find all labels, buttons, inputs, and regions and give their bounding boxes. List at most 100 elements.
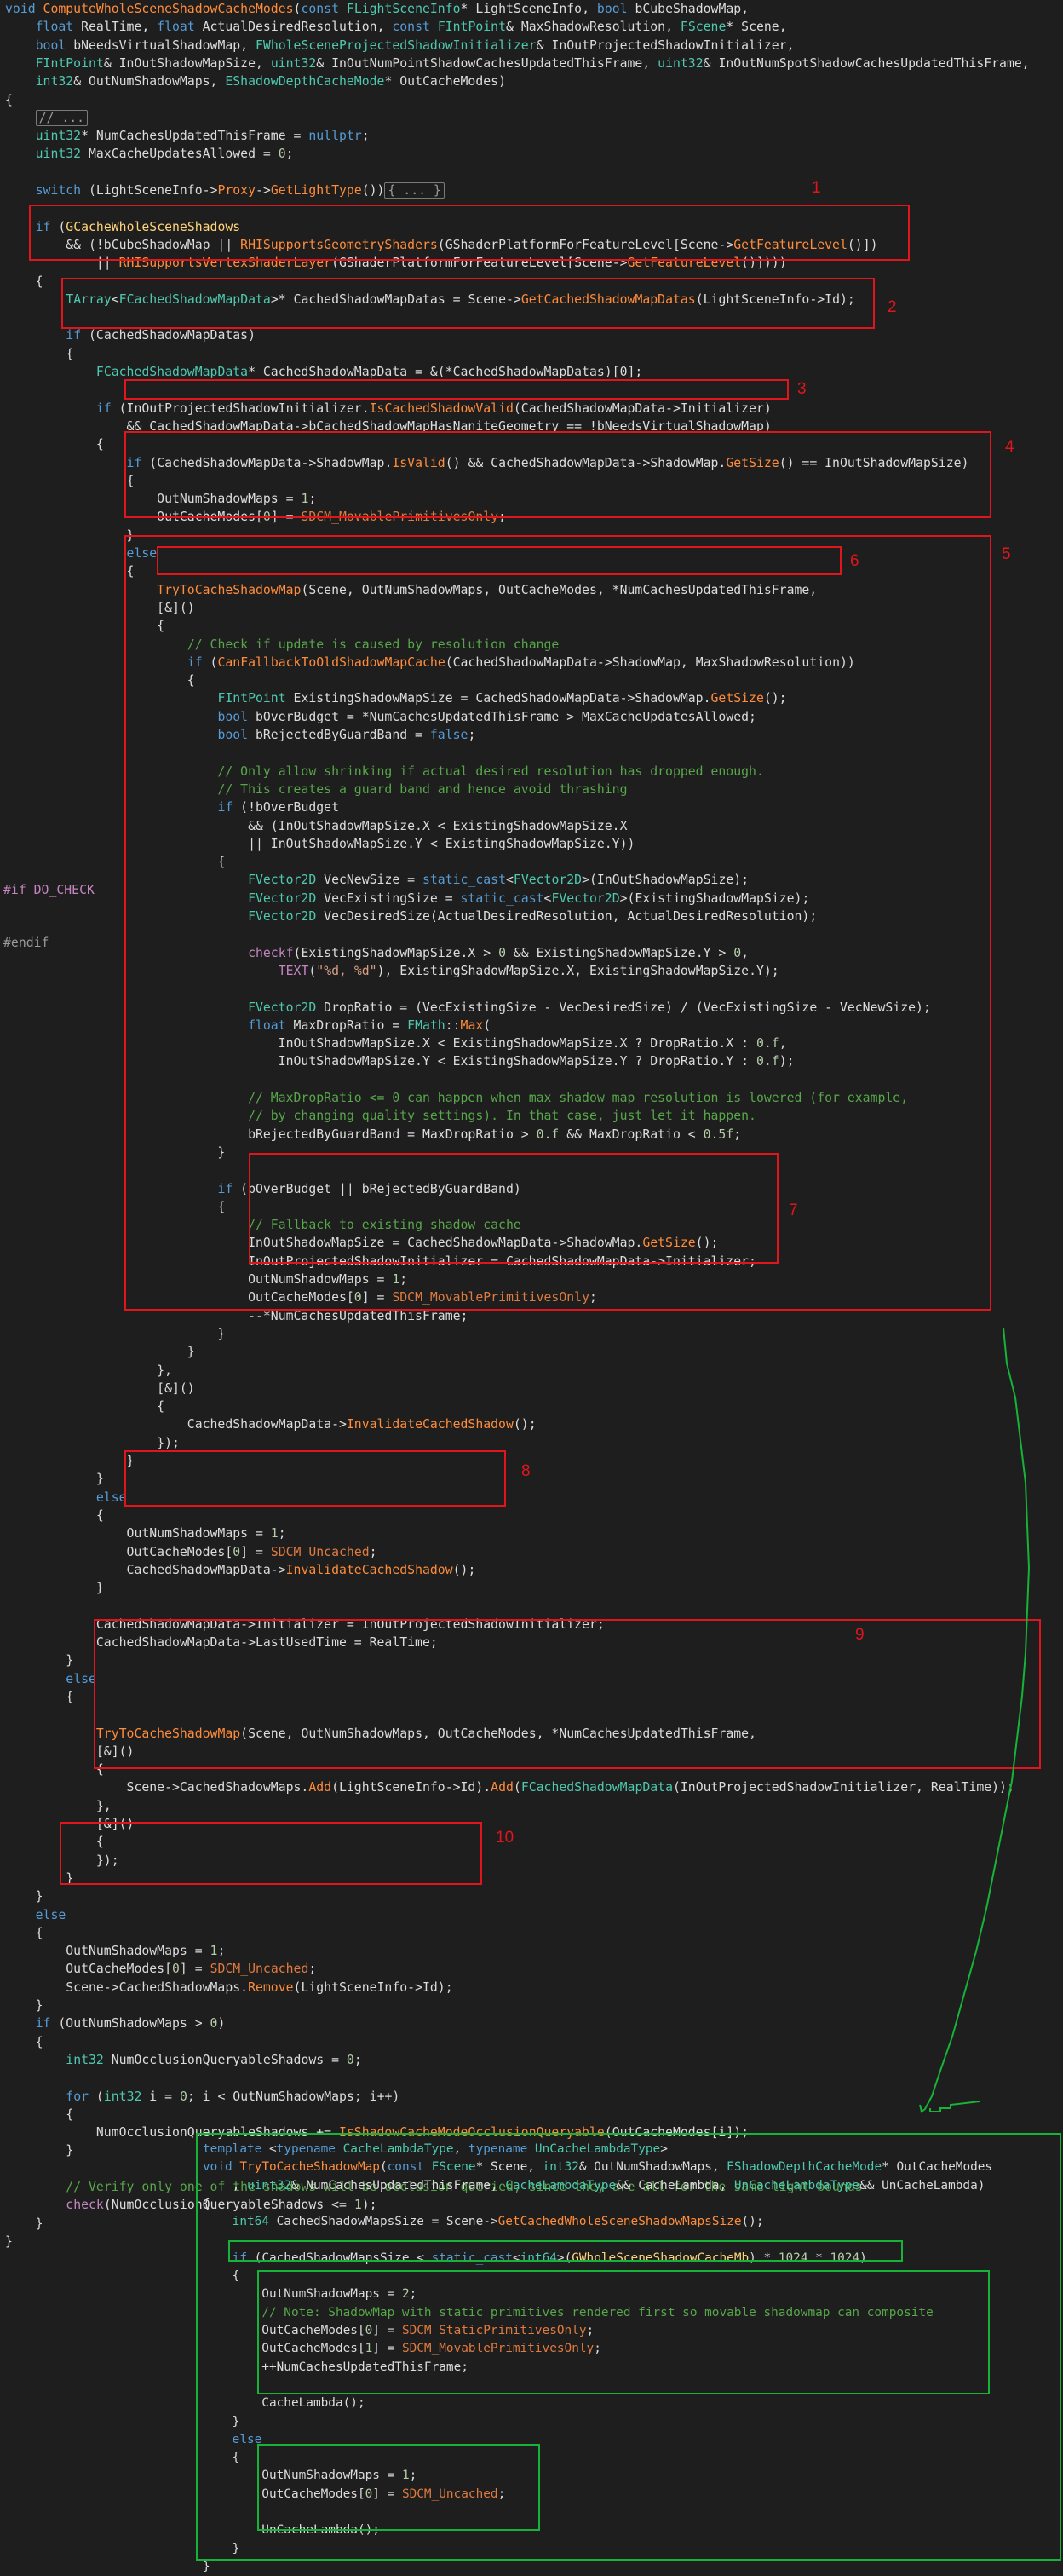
- annotation-box-6: [157, 546, 842, 575]
- code-line[interactable]: }: [5, 1651, 73, 1669]
- annotation-box-8: [124, 1450, 506, 1507]
- code-line[interactable]: }: [5, 1343, 195, 1361]
- code-line[interactable]: Scene->CachedShadowMaps.Remove(LightScen…: [5, 1979, 452, 1997]
- collapsed-region-button[interactable]: // ...: [35, 109, 89, 126]
- annotation-box-3: [124, 379, 789, 400]
- code-line[interactable]: else: [5, 1906, 66, 1924]
- code-token: (LightSceneInfo->Id).: [331, 1780, 491, 1795]
- code-line[interactable]: else: [5, 1670, 96, 1688]
- code-token: ->: [256, 183, 271, 198]
- code-line[interactable]: }: [5, 2233, 13, 2250]
- code-line[interactable]: OutNumShadowMaps = 1;: [5, 1942, 225, 1960]
- code-token: SDCM_Uncached: [270, 1544, 370, 1559]
- code-line[interactable]: },: [5, 1362, 172, 1380]
- code-token: ();: [513, 1417, 537, 1432]
- code-line[interactable]: }: [5, 1579, 104, 1597]
- code-line[interactable]: {: [5, 273, 43, 291]
- code-token: Add: [308, 1780, 332, 1795]
- code-line[interactable]: uint32 MaxCacheUpdatesAllowed = 0;: [5, 145, 294, 163]
- code-line[interactable]: {: [5, 91, 13, 109]
- code-line[interactable]: }: [5, 2141, 73, 2159]
- code-token: {: [5, 346, 74, 361]
- code-token: ;: [278, 1526, 286, 1542]
- code-line[interactable]: },: [5, 1797, 112, 1815]
- code-token: ();: [452, 1562, 476, 1577]
- cache-branch-box: [257, 2270, 990, 2394]
- code-line[interactable]: {: [5, 435, 104, 453]
- code-line[interactable]: FIntPoint& InOutShadowMapSize, uint32& I…: [5, 55, 1030, 72]
- code-token: bNeedsVirtualShadowMap,: [73, 37, 256, 53]
- code-line[interactable]: bool bNeedsVirtualShadowMap, FWholeScene…: [5, 37, 795, 55]
- code-line[interactable]: OutCacheModes[0] = SDCM_Uncached;: [5, 1960, 316, 1978]
- code-line[interactable]: else: [5, 1489, 127, 1507]
- code-line[interactable]: }: [5, 1470, 104, 1488]
- code-token: ;: [369, 1544, 377, 1559]
- code-token: }: [5, 1454, 135, 1468]
- code-line[interactable]: for (int32 i = 0; i < OutNumShadowMaps; …: [5, 2088, 399, 2106]
- code-line[interactable]: {: [5, 1924, 43, 1942]
- code-token: (OutNumShadowMaps >: [58, 2016, 210, 2031]
- code-token: & OutNumShadowMaps,: [73, 74, 226, 89]
- code-line[interactable]: {: [5, 2033, 43, 2051]
- code-line[interactable]: // ...: [5, 109, 89, 127]
- uncache-branch-box: [257, 2444, 540, 2531]
- code-line[interactable]: }: [5, 527, 135, 545]
- code-token: }: [203, 2559, 210, 2573]
- code-line[interactable]: Scene->CachedShadowMaps.Add(LightSceneIn…: [5, 1778, 1014, 1796]
- code-line[interactable]: {: [5, 472, 135, 490]
- code-token: CachedShadowMapData->: [5, 1417, 347, 1432]
- code-token: --*NumCachesUpdatedThisFrame;: [5, 1308, 468, 1323]
- code-line[interactable]: {: [5, 1761, 104, 1778]
- code-token: }: [5, 2143, 74, 2158]
- annotation-label-8: 8: [521, 1462, 531, 1480]
- code-line[interactable]: {: [5, 1397, 164, 1415]
- code-line[interactable]: FCachedShadowMapData* CachedShadowMapDat…: [5, 363, 642, 381]
- code-line[interactable]: if (CachedShadowMapDatas): [5, 326, 256, 344]
- code-line[interactable]: switch (LightSceneInfo->Proxy->GetLightT…: [5, 182, 445, 199]
- code-line[interactable]: }: [5, 1887, 43, 1905]
- code-token: ;: [353, 2052, 362, 2067]
- code-line[interactable]: OutNumShadowMaps = 1;: [5, 1524, 286, 1542]
- code-line[interactable]: if (OutNumShadowMaps > 0): [5, 2014, 226, 2032]
- code-line[interactable]: {: [5, 2106, 73, 2124]
- code-line[interactable]: void ComputeWholeSceneShadowCacheModes(c…: [5, 0, 749, 18]
- code-line[interactable]: }: [5, 1325, 225, 1343]
- annotation-box-10: [60, 1822, 482, 1885]
- code-line[interactable]: CachedShadowMapData->InvalidateCachedSha…: [5, 1561, 476, 1579]
- code-token: {: [5, 1689, 74, 1704]
- code-token: ): [217, 2016, 226, 2031]
- code-line[interactable]: }: [5, 1452, 135, 1470]
- annotation-box-1: [29, 205, 910, 261]
- code-token: ActualDesiredResolution,: [202, 20, 393, 35]
- code-line[interactable]: uint32* NumCachesUpdatedThisFrame = null…: [5, 127, 370, 145]
- code-line[interactable]: {: [5, 345, 73, 363]
- code-line[interactable]: OutCacheModes[0] = SDCM_Uncached;: [5, 1543, 377, 1561]
- code-token: NumOcclusionQueryableShadows =: [103, 2052, 347, 2067]
- collapsed-region-button[interactable]: { ... }: [384, 182, 445, 199]
- code-line[interactable]: {: [5, 1507, 104, 1524]
- code-line[interactable]: int32& OutNumShadowMaps, EShadowDepthCac…: [5, 72, 506, 90]
- code-token: switch: [35, 183, 89, 198]
- code-line[interactable]: {: [5, 562, 135, 580]
- code-line[interactable]: int32 NumOcclusionQueryableShadows = 0;: [5, 2051, 362, 2069]
- code-line[interactable]: });: [5, 1434, 180, 1452]
- code-token: (LightSceneInfo->: [89, 183, 218, 198]
- code-line[interactable]: if (InOutProjectedShadowInitializer.IsCa…: [5, 400, 772, 418]
- code-token: {: [5, 564, 135, 579]
- code-line[interactable]: {: [5, 1688, 73, 1706]
- code-token: {: [5, 1507, 104, 1523]
- code-line[interactable]: [&](): [5, 1380, 195, 1397]
- code-token: float: [35, 20, 82, 35]
- code-line[interactable]: }: [5, 2215, 43, 2233]
- code-token: }: [5, 1326, 226, 1341]
- code-token: {: [5, 1925, 43, 1940]
- code-token: InvalidateCachedShadow: [285, 1562, 453, 1577]
- code-token: EShadowDepthCacheMode: [225, 74, 385, 89]
- code-line[interactable]: float RealTime, float ActualDesiredResol…: [5, 18, 787, 36]
- code-line[interactable]: }: [203, 2558, 210, 2576]
- code-line[interactable]: }: [5, 1997, 43, 2014]
- code-token: }: [5, 1581, 104, 1596]
- code-line[interactable]: CachedShadowMapData->InvalidateCachedSha…: [5, 1415, 537, 1433]
- preprocessor-if: #if DO_CHECK: [3, 883, 95, 897]
